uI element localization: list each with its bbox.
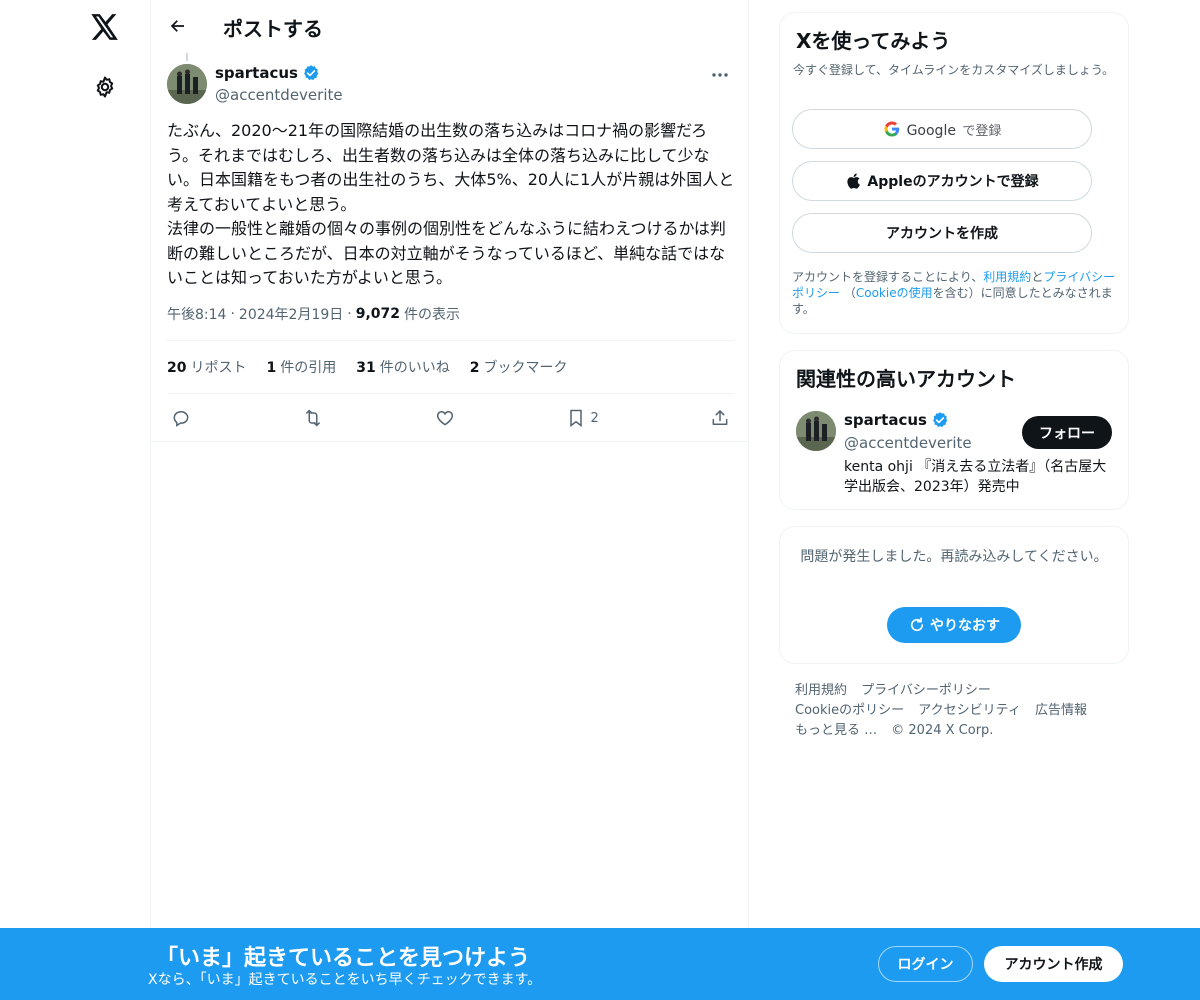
signup-card: Xを使ってみよう 今すぐ登録して、タイムラインをカスタマイズしましょう。 Goo… (779, 12, 1129, 334)
thread-line (186, 53, 188, 61)
stat-quotes[interactable]: 1 件の引用 (266, 357, 336, 377)
bookmark-count: 2 (590, 410, 599, 426)
author-name[interactable]: spartacus (215, 64, 298, 82)
footer-links: 利用規約 プライバシーポリシー Cookieのポリシー アクセシビリティ 広告情… (795, 681, 1115, 741)
verified-badge-icon (933, 412, 948, 428)
verified-badge-icon (304, 65, 319, 81)
post-author: spartacus @accentdeverite (167, 64, 735, 108)
arrow-left-icon (170, 20, 184, 32)
footer-copyright: © 2024 X Corp. (891, 723, 994, 738)
author-name-wrap: spartacus (215, 64, 320, 82)
related-bio: kenta ohji 『消え去る立法者』（名古屋大学出版会、2023年）発売中 (844, 459, 1107, 495)
reply-button[interactable] (171, 405, 191, 431)
google-icon (884, 121, 899, 137)
bookmark-button[interactable]: 2 (567, 405, 599, 431)
apple-icon (847, 173, 861, 189)
stat-likes[interactable]: 31 件のいいね (356, 357, 449, 377)
reply-icon (173, 410, 189, 427)
back-button[interactable] (163, 11, 193, 41)
signup-title: Xを使ってみよう (796, 29, 951, 53)
share-button[interactable] (710, 405, 730, 431)
heart-icon (437, 410, 454, 426)
footer-link-ads[interactable]: 広告情報 (1035, 703, 1087, 718)
related-title: 関連性の高いアカウント (796, 367, 1016, 391)
gear-icon[interactable] (88, 70, 122, 104)
stat-bookmarks[interactable]: 2 ブックマーク (470, 357, 568, 377)
related-accounts-card: 関連性の高いアカウント spartacus @accentdeverite フォ… (779, 350, 1129, 510)
banner-subtitle: Xなら、「いま」起きていることをいち早くチェックできます。 (148, 972, 542, 988)
create-account-label: アカウントを作成 (886, 226, 998, 242)
retry-label: やりなおす (930, 618, 1000, 634)
post-stats: 20 リポスト 1 件の引用 31 件のいいね 2 ブックマーク (167, 357, 567, 377)
author-handle[interactable]: @accentdeverite (215, 86, 343, 104)
view-label: 件の表示 (404, 307, 461, 323)
post-text: たぶん、2020〜21年の国際結婚の出生数の落ち込みはコロナ禍の影響だろう。それ… (167, 121, 735, 287)
retry-button[interactable]: やりなおす (887, 607, 1021, 643)
meta-separator: · (230, 306, 235, 322)
terms-link[interactable]: 利用規約 (983, 270, 1031, 284)
related-name[interactable]: spartacus (844, 411, 927, 429)
login-banner: 「いま」起きていることを見つけよう Xなら、「いま」起きていることをいち早くチェ… (0, 928, 1200, 1000)
like-button[interactable] (435, 405, 455, 431)
signup-subtitle: 今すぐ登録して、タイムラインをカスタマイズしましょう。 (793, 63, 1115, 77)
related-handle[interactable]: @accentdeverite (844, 434, 972, 452)
post-time[interactable]: 午後8:14 (167, 304, 226, 324)
divider (167, 340, 734, 341)
post-actions: 2 (167, 404, 734, 432)
footer-link-more[interactable]: もっと見る … (795, 723, 877, 738)
create-account-button[interactable]: アカウントを作成 (792, 213, 1092, 253)
apple-signup-button[interactable]: Appleのアカウントで登録 (792, 161, 1092, 201)
related-name-wrap: spartacus (844, 411, 949, 429)
x-logo-icon[interactable] (86, 8, 124, 46)
error-card: 問題が発生しました。再読み込みしてください。 やりなおす (779, 526, 1129, 664)
meta-separator: · (347, 306, 352, 322)
avatar[interactable] (796, 411, 836, 451)
divider (167, 393, 734, 394)
refresh-icon (910, 617, 924, 632)
repost-icon (306, 409, 321, 427)
repost-button[interactable] (302, 405, 324, 431)
google-signup-label: Google で登録 (906, 122, 1002, 139)
page-title: ポストする (223, 17, 323, 41)
footer-link-cookie[interactable]: Cookieのポリシー (795, 703, 904, 718)
page-header: ポストする (151, 0, 749, 53)
stat-reposts[interactable]: 20 リポスト (167, 357, 246, 377)
login-button[interactable]: ログイン (878, 946, 973, 982)
apple-signup-label: Appleのアカウントで登録 (867, 174, 1039, 190)
avatar[interactable] (167, 64, 207, 104)
google-signup-button[interactable]: Google で登録 (792, 109, 1092, 149)
bookmark-icon (569, 409, 582, 427)
error-message: 問題が発生しました。再読み込みしてください。 (800, 549, 1108, 565)
follow-button[interactable]: フォロー (1022, 416, 1112, 449)
banner-title: 「いま」起きていることを見つけよう (156, 946, 531, 971)
footer-link-accessibility[interactable]: アクセシビリティ (918, 703, 1021, 718)
left-nav (0, 0, 150, 1000)
divider (151, 441, 749, 442)
footer-link-terms[interactable]: 利用規約 (795, 683, 847, 698)
main-column: ポストする spartacus @accentdeverite たぶん、2020… (150, 0, 749, 1000)
terms-text: アカウントを登録することにより、利用規約とプライバシーポリシー （Cookieの… (792, 270, 1116, 316)
cookie-link[interactable]: Cookieの使用 (856, 286, 933, 300)
view-count: 9,072 (355, 306, 401, 322)
more-icon (712, 73, 728, 77)
more-options-button[interactable] (705, 64, 735, 86)
footer-link-privacy[interactable]: プライバシーポリシー (861, 683, 991, 698)
post-meta: 午後8:14 · 2024年2月19日 · 9,072 件の表示 (167, 304, 460, 324)
share-icon (712, 410, 728, 425)
signup-button[interactable]: アカウント作成 (984, 946, 1123, 982)
post-date[interactable]: 2024年2月19日 (239, 304, 343, 324)
